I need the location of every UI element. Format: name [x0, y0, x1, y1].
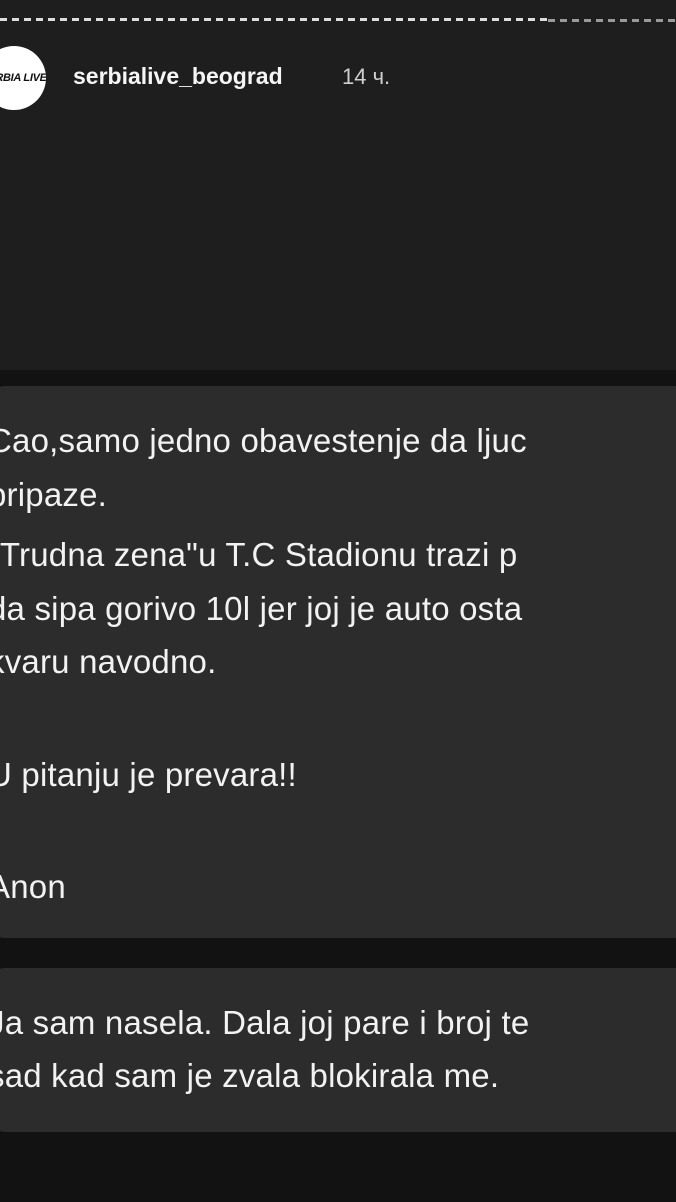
question-bubble: Cao,samo jedno obavestenje da ljuc pripa…	[0, 386, 676, 938]
story-header: RBIA LIVE serbialive_beograd 14 ч.	[0, 44, 676, 110]
question-line: da sipa gorivo 10l jer joj je auto osta	[0, 590, 523, 627]
post-time: 14 ч.	[342, 64, 391, 89]
question-line: pripaze.	[0, 476, 108, 513]
avatar-logo-text: RBIA LIVE	[0, 72, 46, 84]
divider-band	[0, 935, 676, 971]
avatar[interactable]: RBIA LIVE	[0, 46, 46, 110]
story-screen[interactable]: RBIA LIVE serbialive_beograd 14 ч. Cao,s…	[0, 0, 676, 1202]
question-line: U pitanju je prevara!!	[0, 756, 297, 793]
story-progress-bar	[0, 14, 676, 22]
reply-bubble: Ja sam nasela. Dala joj pare i broj te s…	[0, 968, 676, 1132]
username[interactable]: serbialive_beograd	[73, 63, 283, 90]
question-line: Cao,samo jedno obavestenje da ljuc	[0, 422, 527, 459]
progress-segment-current	[548, 19, 676, 22]
divider-band	[0, 1128, 676, 1202]
reply-line: sad kad sam je zvala blokirala me.	[0, 1057, 500, 1094]
question-line: kvaru navodno.	[0, 643, 217, 680]
progress-segment-viewed	[0, 18, 548, 21]
question-signature: Anon	[0, 868, 66, 905]
reply-line: Ja sam nasela. Dala joj pare i broj te	[0, 1004, 530, 1041]
question-line: "Trudna zena"u T.C Stadionu trazi p	[0, 536, 518, 573]
